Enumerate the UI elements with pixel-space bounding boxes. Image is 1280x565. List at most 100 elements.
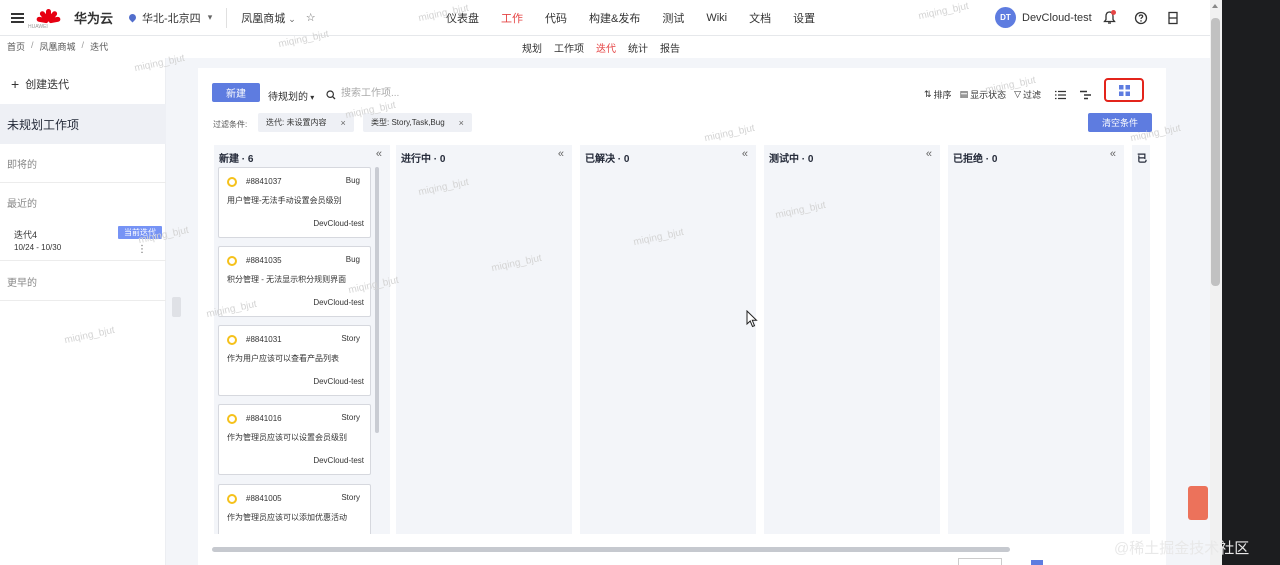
work-item-card[interactable]: #8841016 Story 作为管理员应该可以设置会员级别 DevCloud-… [218, 404, 371, 475]
region-selector[interactable]: 华北-北京四 ▾ [127, 7, 228, 28]
nav-test[interactable]: 测试 [662, 10, 684, 26]
display-icon: ▤ [959, 89, 969, 99]
breadcrumb-current: 迭代 [90, 42, 109, 52]
status-circle-icon [227, 177, 237, 187]
more-options-icon[interactable]: ⋮ [137, 244, 147, 255]
close-icon[interactable]: × [340, 118, 345, 128]
work-item-card[interactable]: #8841037 Bug 用户管理-无法手动设置会员级别 DevCloud-te… [218, 167, 371, 238]
sidebar-item-unplanned[interactable]: 未规划工作项 [0, 104, 166, 144]
column-title: 进行中 · 0 [401, 154, 446, 165]
work-item-type: Story [341, 413, 360, 422]
collapse-column-icon[interactable]: « [376, 148, 382, 160]
create-iteration-label: 创建迭代 [25, 79, 70, 91]
star-icon[interactable]: ☆ [306, 11, 316, 24]
column-resolved: 已解决 · 0 « [580, 145, 756, 534]
project-selector[interactable]: 凤凰商城 ⌄ [241, 10, 296, 26]
search-icon[interactable] [326, 89, 336, 103]
filter-chip-iteration[interactable]: 迭代: 未设置内容 × [258, 113, 354, 132]
column-title: 已 [1137, 154, 1147, 165]
view-selector[interactable]: 待规划的 ▾ [268, 88, 314, 103]
column-title: 已拒绝 · 0 [953, 154, 998, 165]
collapse-column-icon[interactable]: « [558, 148, 564, 160]
community-watermark: @稀土掘金技术社区 [1114, 540, 1250, 557]
collapse-column-icon[interactable]: « [742, 148, 748, 160]
collapse-column-icon[interactable]: « [926, 148, 932, 160]
sort-label: 排序 [933, 90, 952, 100]
avatar: DT [995, 7, 1016, 28]
current-iteration-badge: 当前迭代 [118, 226, 162, 239]
gantt-view-icon[interactable] [1080, 90, 1092, 100]
work-item-owner: DevCloud-test [313, 456, 364, 465]
column-title: 新建 · 6 [219, 154, 254, 165]
subnav-iterations[interactable]: 迭代 [596, 40, 616, 55]
document-icon[interactable] [1164, 9, 1182, 27]
column-scrollbar[interactable] [375, 167, 379, 433]
iteration-name[interactable]: 迭代4 [14, 228, 37, 241]
pagination-indicator[interactable] [1031, 560, 1043, 565]
section-recent[interactable]: 最近的 [7, 195, 37, 210]
filter-chip-label: 类型: Story,Task,Bug [371, 118, 445, 127]
iteration-dates: 10/24 - 10/30 [14, 243, 62, 252]
list-view-icon[interactable] [1055, 90, 1067, 100]
column-title: 测试中 · 0 [769, 154, 814, 165]
filter-chip-label: 迭代: 未设置内容 [266, 118, 327, 127]
nav-code[interactable]: 代码 [545, 10, 567, 26]
status-circle-icon [227, 414, 237, 424]
work-item-title: 作为用户应该可以查看产品列表 [227, 354, 339, 363]
bell-icon[interactable] [1100, 9, 1118, 27]
subnav-reports[interactable]: 报告 [660, 40, 680, 55]
sidebar-collapse-handle[interactable] [172, 297, 181, 317]
work-item-type: Bug [345, 255, 360, 264]
iteration-sidebar: + 创建迭代 未规划工作项 即将的 最近的 迭代4 10/24 - 10/30 … [0, 58, 166, 565]
main-content: 新建 待规划的 ▾ ⇅排序 ▤显示状态 ▽过滤 过滤条件: 迭代: 未设置内容 … [198, 68, 1166, 565]
work-item-card[interactable]: #8841035 Bug 积分管理 - 无法显示积分规则界面 DevCloud-… [218, 246, 371, 317]
brand-name[interactable]: 华为云 [74, 8, 113, 27]
board-horizontal-scrollbar[interactable] [212, 547, 1010, 552]
filter-conditions-label: 过滤条件: [213, 120, 248, 129]
nav-docs[interactable]: 文档 [749, 10, 771, 26]
subnav-statistics[interactable]: 统计 [628, 40, 648, 55]
breadcrumb-separator: / [31, 40, 34, 50]
breadcrumb: 首页 / 凤凰商城 / 迭代 [7, 40, 108, 53]
sort-icon: ⇅ [924, 89, 932, 99]
display-status-button[interactable]: ▤ 显示状态 [960, 88, 1007, 101]
filter-button[interactable]: ▽ 过滤 [1014, 88, 1041, 101]
clear-conditions-button[interactable]: 清空条件 [1088, 113, 1152, 132]
status-circle-icon [227, 494, 237, 504]
breadcrumb-project[interactable]: 凤凰商城 [40, 40, 76, 53]
username: DevCloud-test [1022, 11, 1092, 24]
subnav-work-items[interactable]: 工作项 [554, 40, 584, 55]
caret-down-icon: ▾ [308, 93, 315, 102]
sort-button[interactable]: ⇅ 排序 [924, 88, 952, 101]
collapse-column-icon[interactable]: « [1110, 148, 1116, 160]
help-icon[interactable] [1132, 9, 1150, 27]
subnav-planning[interactable]: 规划 [522, 40, 542, 55]
scroll-up-arrow-icon[interactable] [1212, 4, 1218, 8]
section-past[interactable]: 更早的 [7, 274, 37, 289]
nav-build-release[interactable]: 构建&发布 [589, 10, 640, 26]
work-item-id: #8841005 [246, 494, 282, 503]
board-tools: ⇅ 排序 ▤ 显示状态 ▽ 过滤 [924, 88, 1092, 101]
work-item-card[interactable]: #8841005 Story 作为管理员应该可以添加优惠活动 [218, 484, 371, 534]
pagination-box[interactable] [958, 558, 1002, 565]
search-input[interactable] [341, 85, 451, 101]
close-icon[interactable]: × [459, 118, 464, 128]
nav-wiki[interactable]: Wiki [706, 12, 727, 24]
page-scrollbar-thumb[interactable] [1211, 18, 1220, 286]
feedback-widget[interactable] [1188, 486, 1208, 520]
nav-dashboard[interactable]: 仪表盘 [446, 10, 479, 26]
kanban-view-icon[interactable] [1104, 78, 1144, 102]
section-upcoming[interactable]: 即将的 [7, 156, 37, 171]
nav-work[interactable]: 工作 [501, 10, 523, 26]
user-menu[interactable]: DT DevCloud-test [995, 7, 1092, 28]
filter-chip-type[interactable]: 类型: Story,Task,Bug × [363, 113, 472, 132]
work-item-card[interactable]: #8841031 Story 作为用户应该可以查看产品列表 DevCloud-t… [218, 325, 371, 396]
nav-settings[interactable]: 设置 [793, 10, 815, 26]
menu-icon[interactable] [0, 16, 34, 19]
chevron-down-icon: ⌄ [288, 13, 296, 24]
create-iteration-button[interactable]: + 创建迭代 [11, 76, 69, 92]
view-selector-label: 待规划的 [268, 92, 308, 103]
region-label: 华北-北京四 [142, 12, 201, 25]
new-button[interactable]: 新建 [212, 83, 260, 102]
breadcrumb-home[interactable]: 首页 [7, 40, 25, 53]
